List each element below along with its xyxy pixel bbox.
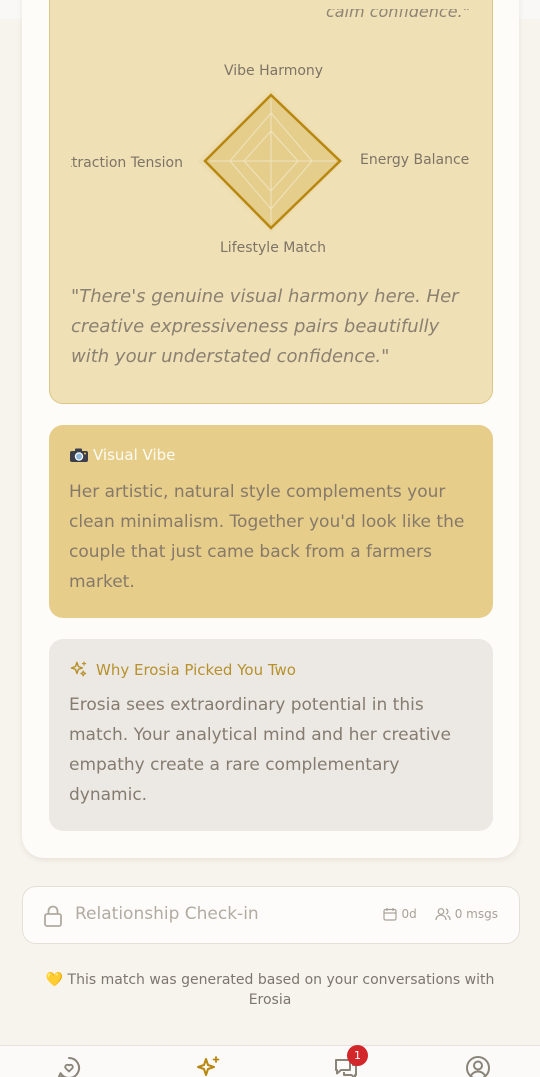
lock-icon (44, 905, 62, 927)
axis-label-left: Attraction Tension (71, 155, 183, 171)
match-generated-note: 💛 This match was generated based on your… (45, 972, 495, 1008)
checkin-days: 0d (401, 907, 417, 921)
sparkles-icon (70, 661, 87, 677)
chat-heart-icon[interactable] (55, 1054, 83, 1077)
compatibility-quote: "There's genuine visual harmony here. He… (71, 286, 459, 367)
bottom-nav (0, 1045, 540, 1077)
axis-label-bottom: Lifestyle Match (220, 240, 326, 256)
relationship-checkin-button[interactable]: Relationship Check-in 0d 0 msgs (22, 886, 520, 944)
visual-vibe-header: Visual Vibe (69, 446, 175, 464)
users-icon (435, 908, 451, 921)
checkin-label: Relationship Check-in (75, 904, 259, 924)
axis-label-left-clip: Attraction Tension (71, 152, 183, 171)
why-picked-title: Why Erosia Picked You Two (96, 660, 296, 679)
why-picked-card: Why Erosia Picked You Two Erosia sees ex… (49, 639, 493, 831)
why-picked-header: Why Erosia Picked You Two (69, 660, 296, 679)
sparkles-icon[interactable] (194, 1054, 222, 1077)
camera-icon (70, 448, 88, 462)
axis-label-top: Vibe Harmony (224, 63, 324, 79)
compatibility-radar-card: calm confidence." Vibe Harmony Energy Ba… (49, 0, 493, 404)
messages-badge: 1 (347, 1045, 368, 1066)
checkin-messages: 0 msgs (454, 907, 498, 921)
axis-label-right: Energy Balance (360, 152, 470, 168)
why-picked-text: Erosia sees extraordinary potential in t… (69, 695, 451, 805)
visual-vibe-text: Her artistic, natural style complements … (69, 482, 465, 592)
visual-vibe-card: Visual Vibe Her artistic, natural style … (49, 425, 493, 618)
calendar-icon (383, 908, 398, 921)
checkin-meta: 0d 0 msgs (383, 907, 498, 921)
profile-icon[interactable] (464, 1054, 492, 1077)
visual-vibe-title: Visual Vibe (93, 446, 176, 464)
